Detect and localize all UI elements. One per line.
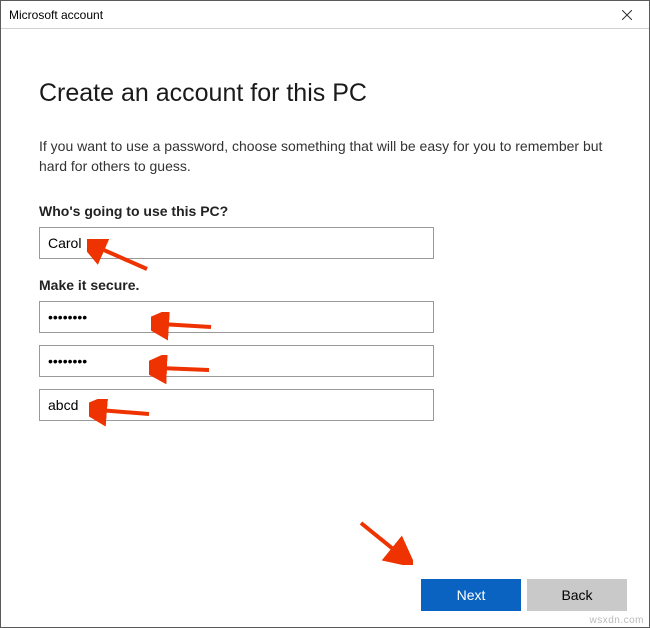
dialog-window: Microsoft account Create an account for … [0, 0, 650, 628]
confirm-password-input[interactable] [39, 345, 434, 377]
titlebar: Microsoft account [1, 1, 649, 29]
close-button[interactable] [604, 1, 649, 29]
secure-section-label: Make it secure. [39, 277, 611, 293]
content-area: Create an account for this PC If you wan… [1, 29, 649, 627]
next-button[interactable]: Next [421, 579, 521, 611]
close-icon [622, 10, 632, 20]
username-section-label: Who's going to use this PC? [39, 203, 611, 219]
page-description: If you want to use a password, choose so… [39, 136, 611, 177]
back-button[interactable]: Back [527, 579, 627, 611]
footer-buttons: Next Back [421, 579, 627, 611]
username-input[interactable] [39, 227, 434, 259]
annotation-arrow-icon [353, 515, 413, 565]
password-hint-input[interactable] [39, 389, 434, 421]
page-heading: Create an account for this PC [39, 79, 611, 108]
watermark-text: wsxdn.com [589, 615, 644, 626]
password-input[interactable] [39, 301, 434, 333]
window-title: Microsoft account [9, 1, 103, 29]
